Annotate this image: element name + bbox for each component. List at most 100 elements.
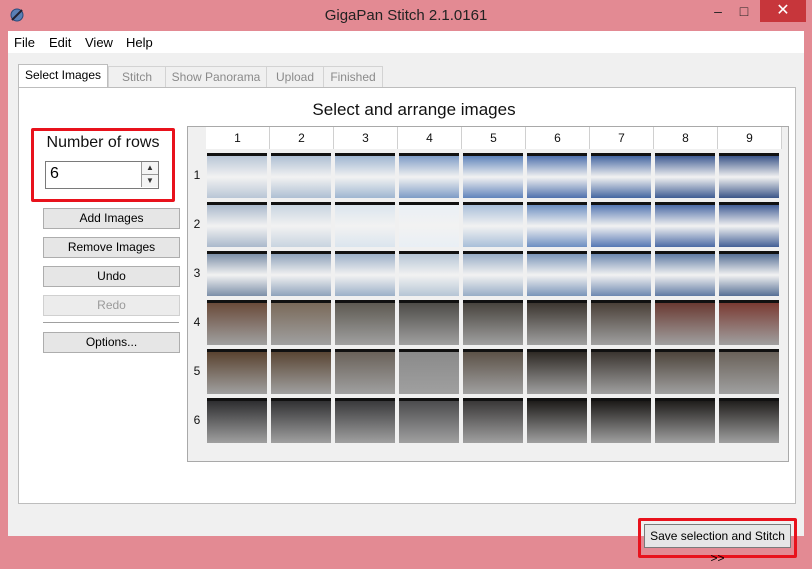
image-thumbnail[interactable] (207, 251, 267, 296)
image-thumbnail[interactable] (591, 300, 651, 345)
image-thumbnail[interactable] (207, 300, 267, 345)
row-header: 1 (193, 168, 201, 182)
tab-show-panorama[interactable]: Show Panorama (165, 66, 267, 87)
image-thumbnail[interactable] (463, 398, 523, 443)
image-thumbnail[interactable] (207, 153, 267, 198)
image-thumbnail[interactable] (655, 153, 715, 198)
column-header: 3 (334, 127, 398, 149)
options-button[interactable]: Options... (43, 332, 180, 353)
tab-select-images[interactable]: Select Images (18, 64, 108, 88)
image-thumbnail[interactable] (591, 153, 651, 198)
image-thumbnail[interactable] (463, 300, 523, 345)
image-thumbnail[interactable] (399, 398, 459, 443)
image-thumbnail[interactable] (527, 202, 587, 247)
image-thumbnail[interactable] (655, 349, 715, 394)
image-thumbnail[interactable] (527, 300, 587, 345)
image-thumbnail[interactable] (335, 202, 395, 247)
image-grid: 123456789123456 (187, 126, 789, 462)
image-thumbnail[interactable] (719, 349, 779, 394)
row-header: 6 (193, 413, 201, 427)
image-thumbnail[interactable] (271, 202, 331, 247)
image-thumbnail[interactable] (655, 398, 715, 443)
column-header: 8 (654, 127, 718, 149)
image-thumbnail[interactable] (335, 398, 395, 443)
image-thumbnail[interactable] (335, 153, 395, 198)
image-thumbnail[interactable] (655, 251, 715, 296)
number-of-rows-input[interactable]: 6 ▲ ▼ (45, 161, 159, 189)
image-thumbnail[interactable] (655, 202, 715, 247)
image-thumbnail[interactable] (527, 398, 587, 443)
column-header: 7 (590, 127, 654, 149)
row-header: 5 (193, 364, 201, 378)
image-thumbnail[interactable] (399, 300, 459, 345)
image-thumbnail[interactable] (719, 251, 779, 296)
column-header: 2 (270, 127, 334, 149)
add-images-button[interactable]: Add Images (43, 208, 180, 229)
image-thumbnail[interactable] (591, 349, 651, 394)
close-button[interactable]: ✕ (760, 0, 806, 22)
save-and-stitch-button[interactable]: Save selection and Stitch >> (644, 524, 791, 565)
row-header: 2 (193, 217, 201, 231)
select-images-panel: Select and arrange images Number of rows… (18, 87, 797, 565)
image-thumbnail[interactable] (399, 349, 459, 394)
tab-upload[interactable]: Upload (266, 66, 324, 87)
image-thumbnail[interactable] (719, 398, 779, 443)
image-thumbnail[interactable] (335, 251, 395, 296)
tab-stitch[interactable]: Stitch (108, 66, 166, 87)
column-header: 9 (718, 127, 782, 149)
column-header: 6 (526, 127, 590, 149)
app-window: GigaPan Stitch 2.1.0161 – □ ✕ File Edit … (0, 0, 812, 565)
number-of-rows-label: Number of rows (46, 134, 160, 151)
column-header: 4 (398, 127, 462, 149)
tab-finished[interactable]: Finished (323, 66, 383, 87)
image-thumbnail[interactable] (335, 349, 395, 394)
image-thumbnail[interactable] (655, 300, 715, 345)
image-thumbnail[interactable] (527, 349, 587, 394)
image-thumbnail[interactable] (463, 202, 523, 247)
stitch-highlight: Save selection and Stitch >> (638, 518, 797, 565)
image-thumbnail[interactable] (271, 398, 331, 443)
image-thumbnail[interactable] (719, 153, 779, 198)
image-thumbnail[interactable] (271, 349, 331, 394)
image-thumbnail[interactable] (463, 153, 523, 198)
minimize-button[interactable]: – (705, 0, 731, 22)
menu-help[interactable]: Help (126, 35, 153, 50)
menu-file[interactable]: File (14, 35, 35, 50)
image-thumbnail[interactable] (399, 251, 459, 296)
undo-button[interactable]: Undo (43, 266, 180, 287)
image-thumbnail[interactable] (591, 251, 651, 296)
number-of-rows-group: Number of rows 6 ▲ ▼ (31, 128, 175, 202)
image-thumbnail[interactable] (463, 349, 523, 394)
spin-up-icon[interactable]: ▲ (141, 162, 158, 175)
window-title: GigaPan Stitch 2.1.0161 (324, 7, 488, 24)
image-thumbnail[interactable] (335, 300, 395, 345)
image-thumbnail[interactable] (271, 251, 331, 296)
image-thumbnail[interactable] (719, 202, 779, 247)
image-thumbnail[interactable] (591, 398, 651, 443)
spin-down-icon[interactable]: ▼ (141, 175, 158, 187)
image-thumbnail[interactable] (207, 398, 267, 443)
menu-bar: File Edit View Help (8, 31, 804, 53)
image-thumbnail[interactable] (527, 251, 587, 296)
image-thumbnail[interactable] (591, 202, 651, 247)
image-thumbnail[interactable] (271, 153, 331, 198)
redo-button[interactable]: Redo (43, 295, 180, 316)
menu-edit[interactable]: Edit (49, 35, 71, 50)
row-header: 3 (193, 266, 201, 280)
image-thumbnail[interactable] (271, 300, 331, 345)
column-header: 1 (206, 127, 270, 149)
remove-images-button[interactable]: Remove Images (43, 237, 180, 258)
image-thumbnail[interactable] (399, 202, 459, 247)
client-area: File Edit View Help Select Images Stitch… (8, 31, 804, 565)
image-thumbnail[interactable] (399, 153, 459, 198)
image-thumbnail[interactable] (207, 202, 267, 247)
rows-value: 6 (50, 165, 59, 182)
maximize-button[interactable]: □ (731, 0, 757, 22)
image-thumbnail[interactable] (527, 153, 587, 198)
image-thumbnail[interactable] (463, 251, 523, 296)
image-thumbnail[interactable] (207, 349, 267, 394)
menu-view[interactable]: View (85, 35, 113, 50)
row-header: 4 (193, 315, 201, 329)
image-thumbnail[interactable] (719, 300, 779, 345)
separator (43, 322, 179, 323)
